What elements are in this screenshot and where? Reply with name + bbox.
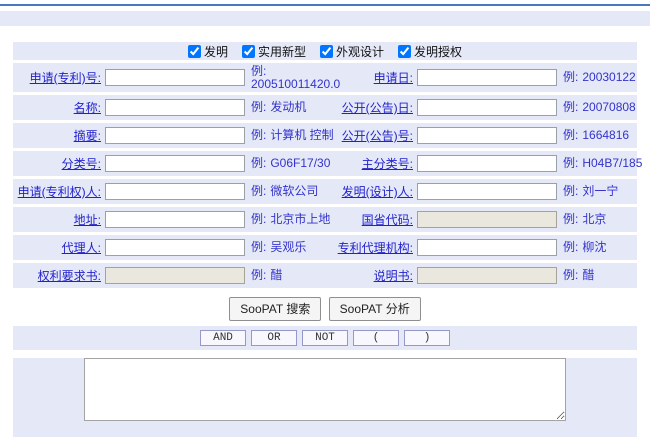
open-paren-button[interactable]: ( [353,330,399,346]
and-operator-button[interactable]: AND [200,330,246,346]
form-row: 代理人: 例:吴观乐 专利代理机构: 例:柳沈 [13,235,637,260]
field-title: 名称: 例:发动机 [13,95,325,120]
applicant-example: 例:微软公司 [251,185,318,198]
province-code-label-link[interactable]: 国省代码: [325,211,413,228]
field-claims: 权利要求书: 例:醋 [13,263,325,288]
field-applicant: 申请(专利权)人: 例:微软公司 [13,179,325,204]
agent-label-link[interactable]: 代理人: [13,239,101,256]
application-date-label-link[interactable]: 申请日: [325,69,413,86]
field-publication-number: 公开(公告)号: 例:1664816 [325,123,637,148]
field-classification: 分类号: 例:G06F17/30 [13,151,325,176]
province-code-example: 例:北京 [563,213,606,226]
query-textarea[interactable] [84,358,566,421]
address-label-link[interactable]: 地址: [13,211,101,228]
filter-label: 实用新型 [258,43,306,60]
field-address: 地址: 例:北京市上地 [13,207,325,232]
claims-label-link[interactable]: 权利要求书: [13,267,101,284]
publication-number-example: 例:1664816 [563,129,629,142]
top-accent-line [0,4,650,6]
abstract-input[interactable] [105,127,245,144]
filter-utility-model[interactable]: 实用新型 [242,43,306,60]
form-row: 分类号: 例:G06F17/30 主分类号: 例:H04B7/185 [13,151,637,176]
filter-label: 外观设计 [336,43,384,60]
agent-example: 例:吴观乐 [251,241,306,254]
invention-checkbox[interactable] [188,45,201,58]
utility-model-checkbox[interactable] [242,45,255,58]
filter-invention[interactable]: 发明 [188,43,228,60]
classification-example: 例:G06F17/30 [251,157,330,170]
or-operator-button[interactable]: OR [251,330,297,346]
title-label-link[interactable]: 名称: [13,99,101,116]
field-description: 说明书: 例:醋 [325,263,637,288]
operator-button-row: AND OR NOT ( ) [13,326,637,350]
query-panel [13,358,637,437]
main-classification-label-link[interactable]: 主分类号: [325,155,413,172]
classification-input[interactable] [105,155,245,172]
field-application-number: 申请(专利)号: 例:200510011420.0 [13,63,325,92]
description-example: 例:醋 [563,269,594,282]
soopat-search-button[interactable]: SooPAT 搜索 [229,297,321,321]
publication-date-example: 例:20070808 [563,101,636,114]
claims-example: 例:醋 [251,269,282,282]
address-input[interactable] [105,211,245,228]
inventor-input[interactable] [417,183,557,200]
field-inventor: 发明(设计)人: 例:刘一宁 [325,179,637,204]
agency-input[interactable] [417,239,557,256]
filter-label: 发明 [204,43,228,60]
soopat-analyze-button[interactable]: SooPAT 分析 [329,297,421,321]
publication-number-label-link[interactable]: 公开(公告)号: [325,127,413,144]
title-example: 例:发动机 [251,101,306,114]
province-code-input [417,211,557,228]
form-row: 申请(专利权)人: 例:微软公司 发明(设计)人: 例:刘一宁 [13,179,637,204]
filter-invention-grant[interactable]: 发明授权 [398,43,462,60]
form-row: 名称: 例:发动机 公开(公告)日: 例:20070808 [13,95,637,120]
close-paren-button[interactable]: ) [404,330,450,346]
filter-design[interactable]: 外观设计 [320,43,384,60]
field-province-code: 国省代码: 例:北京 [325,207,637,232]
action-button-row: SooPAT 搜索 SooPAT 分析 [13,291,637,326]
applicant-input[interactable] [105,183,245,200]
field-main-classification: 主分类号: 例:H04B7/185 [325,151,637,176]
inventor-example: 例:刘一宁 [563,185,618,198]
applicant-label-link[interactable]: 申请(专利权)人: [13,183,101,200]
header-bar [0,11,650,26]
patent-type-filter-row: 发明 实用新型 外观设计 发明授权 [13,42,637,60]
main-classification-input[interactable] [417,155,557,172]
publication-date-label-link[interactable]: 公开(公告)日: [325,99,413,116]
field-publication-date: 公开(公告)日: 例:20070808 [325,95,637,120]
abstract-label-link[interactable]: 摘要: [13,127,101,144]
description-input [417,267,557,284]
form-row: 地址: 例:北京市上地 国省代码: 例:北京 [13,207,637,232]
invention-grant-checkbox[interactable] [398,45,411,58]
title-input[interactable] [105,99,245,116]
not-operator-button[interactable]: NOT [302,330,348,346]
field-agency: 专利代理机构: 例:柳沈 [325,235,637,260]
field-application-date: 申请日: 例:20030122 [325,63,637,92]
filter-label: 发明授权 [414,43,462,60]
agency-label-link[interactable]: 专利代理机构: [325,239,413,256]
claims-input [105,267,245,284]
application-date-input[interactable] [417,69,557,86]
search-form: 发明 实用新型 外观设计 发明授权 申请(专利)号: 例:20051001142… [13,42,637,437]
publication-number-input[interactable] [417,127,557,144]
abstract-example: 例:计算机 控制 [251,129,334,142]
application-number-label-link[interactable]: 申请(专利)号: [13,69,101,86]
publication-date-input[interactable] [417,99,557,116]
design-checkbox[interactable] [320,45,333,58]
inventor-label-link[interactable]: 发明(设计)人: [325,183,413,200]
agency-example: 例:柳沈 [563,241,606,254]
field-agent: 代理人: 例:吴观乐 [13,235,325,260]
main-classification-example: 例:H04B7/185 [563,157,642,170]
form-row: 申请(专利)号: 例:200510011420.0 申请日: 例:2003012… [13,63,637,92]
form-row: 摘要: 例:计算机 控制 公开(公告)号: 例:1664816 [13,123,637,148]
application-number-input[interactable] [105,69,245,86]
classification-label-link[interactable]: 分类号: [13,155,101,172]
address-example: 例:北京市上地 [251,213,330,226]
field-abstract: 摘要: 例:计算机 控制 [13,123,325,148]
form-row: 权利要求书: 例:醋 说明书: 例:醋 [13,263,637,288]
agent-input[interactable] [105,239,245,256]
description-label-link[interactable]: 说明书: [325,267,413,284]
application-date-example: 例:20030122 [563,71,636,84]
